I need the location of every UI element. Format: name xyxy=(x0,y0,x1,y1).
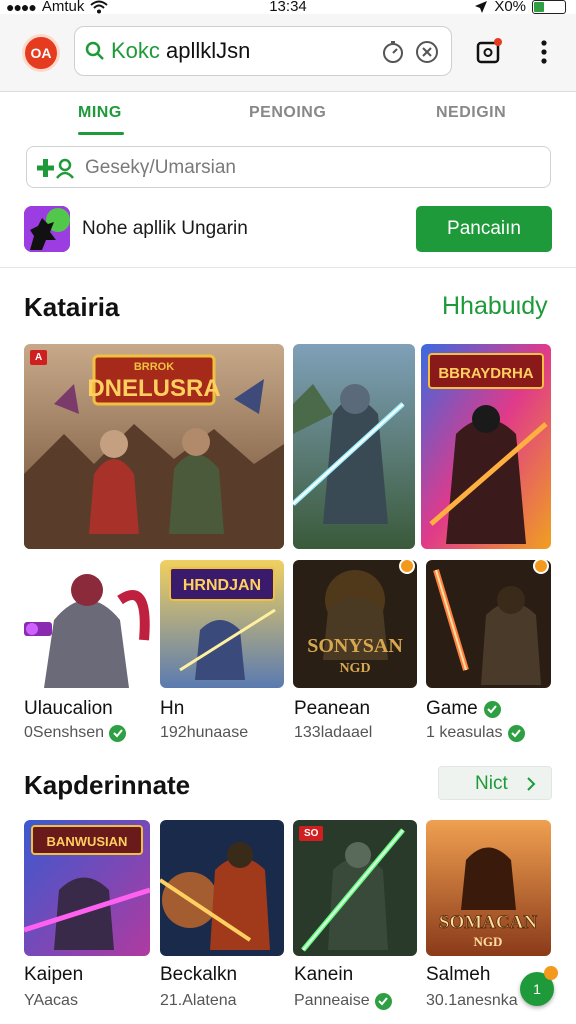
game-tile-beckalkn[interactable] xyxy=(160,820,284,956)
browser-logo-text: OA xyxy=(30,45,52,61)
game-name[interactable]: Kanein xyxy=(294,964,353,986)
game-sub-text: 30.1anesnka xyxy=(426,992,518,1009)
install-button-label: Pancaiın xyxy=(447,218,521,239)
kaipen-tile-banner: BANWUSIAN xyxy=(47,834,128,849)
section1-see-all-link[interactable]: Hhabuιdy xyxy=(442,292,548,321)
salmeh-tile-banner: SOMACAN xyxy=(439,912,537,933)
game-name[interactable]: Hn xyxy=(160,698,184,720)
game-name[interactable]: Ulaucalion xyxy=(24,698,113,720)
filter-search-box[interactable] xyxy=(26,146,551,188)
more-menu-icon[interactable] xyxy=(534,38,554,66)
peanean-tile-banner: SONYSAN xyxy=(307,635,403,657)
tab-ming[interactable]: MING xyxy=(78,104,122,122)
featured-tile-1-banner-top: BRROK xyxy=(134,361,174,373)
url-text: apllklJsn xyxy=(166,38,251,63)
clear-icon[interactable] xyxy=(415,40,439,64)
install-button[interactable]: Pancaiın xyxy=(416,206,552,252)
game-subtitle: 30.1anesnka xyxy=(426,992,518,1010)
verified-icon xyxy=(374,992,392,1010)
tab-switcher-icon[interactable] xyxy=(476,38,502,64)
featured-game-tile-1[interactable]: BRROK DNELUSRA A xyxy=(24,344,284,549)
featured-game-tile-3[interactable]: BBRAYDRHA xyxy=(421,344,551,549)
timer-icon[interactable] xyxy=(381,40,405,64)
tab-nedigin[interactable]: NEDIGIN xyxy=(436,104,506,122)
game-tile-peanean[interactable]: SONYSAN NGD xyxy=(293,560,417,688)
game-subtitle: YAacas xyxy=(24,992,78,1010)
game-subtitle: 0Senshsen xyxy=(24,724,127,742)
section1-title: Katairia xyxy=(24,292,120,322)
url-prefix: Kokc xyxy=(111,38,160,63)
hn-tile-banner: HRNDJAN xyxy=(183,577,261,594)
tile-badge: A xyxy=(30,350,48,365)
featured-tile-1-banner: DNELUSRA xyxy=(87,375,220,402)
game-tile-kaipen[interactable]: BANWUSIAN xyxy=(24,820,150,956)
battery-icon xyxy=(532,0,566,14)
game-name[interactable]: Peanean xyxy=(294,698,370,720)
app-icon xyxy=(24,206,70,252)
browser-logo[interactable]: OA xyxy=(22,34,60,72)
game-name-row[interactable]: Game xyxy=(426,698,501,720)
game-subtitle: Panneaise xyxy=(294,992,392,1010)
section2-title: Kapderinnate xyxy=(24,770,191,800)
game-sub-text: 192hunaase xyxy=(160,724,249,741)
game-sub-text: 0Senshsen xyxy=(24,724,105,741)
game-tile-game[interactable] xyxy=(426,560,551,688)
verified-icon xyxy=(507,724,525,742)
game-sub-text: 1 keasulas xyxy=(426,724,503,741)
battery-percent: X0% xyxy=(494,0,526,15)
search-icon xyxy=(85,41,104,60)
next-label: Nict xyxy=(475,773,508,794)
game-sub-text: 21.Alatena xyxy=(160,992,237,1009)
game-tile-kanein[interactable]: SO xyxy=(293,820,417,956)
fab-label: 1 xyxy=(533,981,541,997)
app-title: Nohe apllik Ungarin xyxy=(82,218,248,239)
game-name[interactable]: Kaipen xyxy=(24,964,83,986)
game-sub-text: 133ladaael xyxy=(294,724,373,741)
chevron-right-icon xyxy=(527,777,536,791)
notification-dot-icon xyxy=(544,966,558,980)
game-tile-hn[interactable]: HRNDJAN xyxy=(160,560,284,688)
game-sub-text: YAacas xyxy=(24,992,78,1009)
featured-tile-3-banner: BBRAYDRHA xyxy=(438,365,533,382)
floating-action-button[interactable]: 1 xyxy=(520,966,558,1006)
game-name[interactable]: Beckalkn xyxy=(160,964,237,986)
location-arrow-icon xyxy=(475,0,488,13)
browser-toolbar: OA Kokc apllklJsn xyxy=(0,14,576,92)
verified-icon xyxy=(483,700,501,718)
section-divider xyxy=(0,267,576,268)
game-name: Game xyxy=(426,698,478,719)
app-row: Nohe apllik Ungarin Pancaiın xyxy=(24,204,552,254)
section2-next-button[interactable]: Nict xyxy=(438,766,552,800)
tab-penoing[interactable]: PENOING xyxy=(249,104,326,122)
game-subtitle: 133ladaael xyxy=(294,724,372,742)
game-tile-salmeh[interactable]: SOMACAN NGD xyxy=(426,820,551,956)
tab-bar: MING PENOING NEDIGIN xyxy=(0,96,576,136)
verified-icon xyxy=(109,724,127,742)
game-subtitle: 21.Alatena xyxy=(160,992,237,1010)
featured-game-tile-2[interactable] xyxy=(293,344,415,549)
game-name[interactable]: Salmeh xyxy=(426,964,490,986)
add-user-icon xyxy=(37,158,74,179)
game-tile-ulaucalion[interactable] xyxy=(24,560,150,688)
game-sub-text: Panneaise xyxy=(294,992,370,1009)
active-tab-indicator xyxy=(78,132,124,135)
salmeh-tile-banner-sub: NGD xyxy=(474,934,503,949)
game-subtitle: 1 keasulas xyxy=(426,724,525,742)
game-subtitle: 192hunaase xyxy=(160,724,248,742)
address-bar[interactable]: Kokc apllklJsn xyxy=(74,26,452,76)
filter-search-input[interactable] xyxy=(85,153,525,183)
tile-badge: SO xyxy=(299,826,324,841)
peanean-tile-banner-sub: NGD xyxy=(339,661,370,676)
